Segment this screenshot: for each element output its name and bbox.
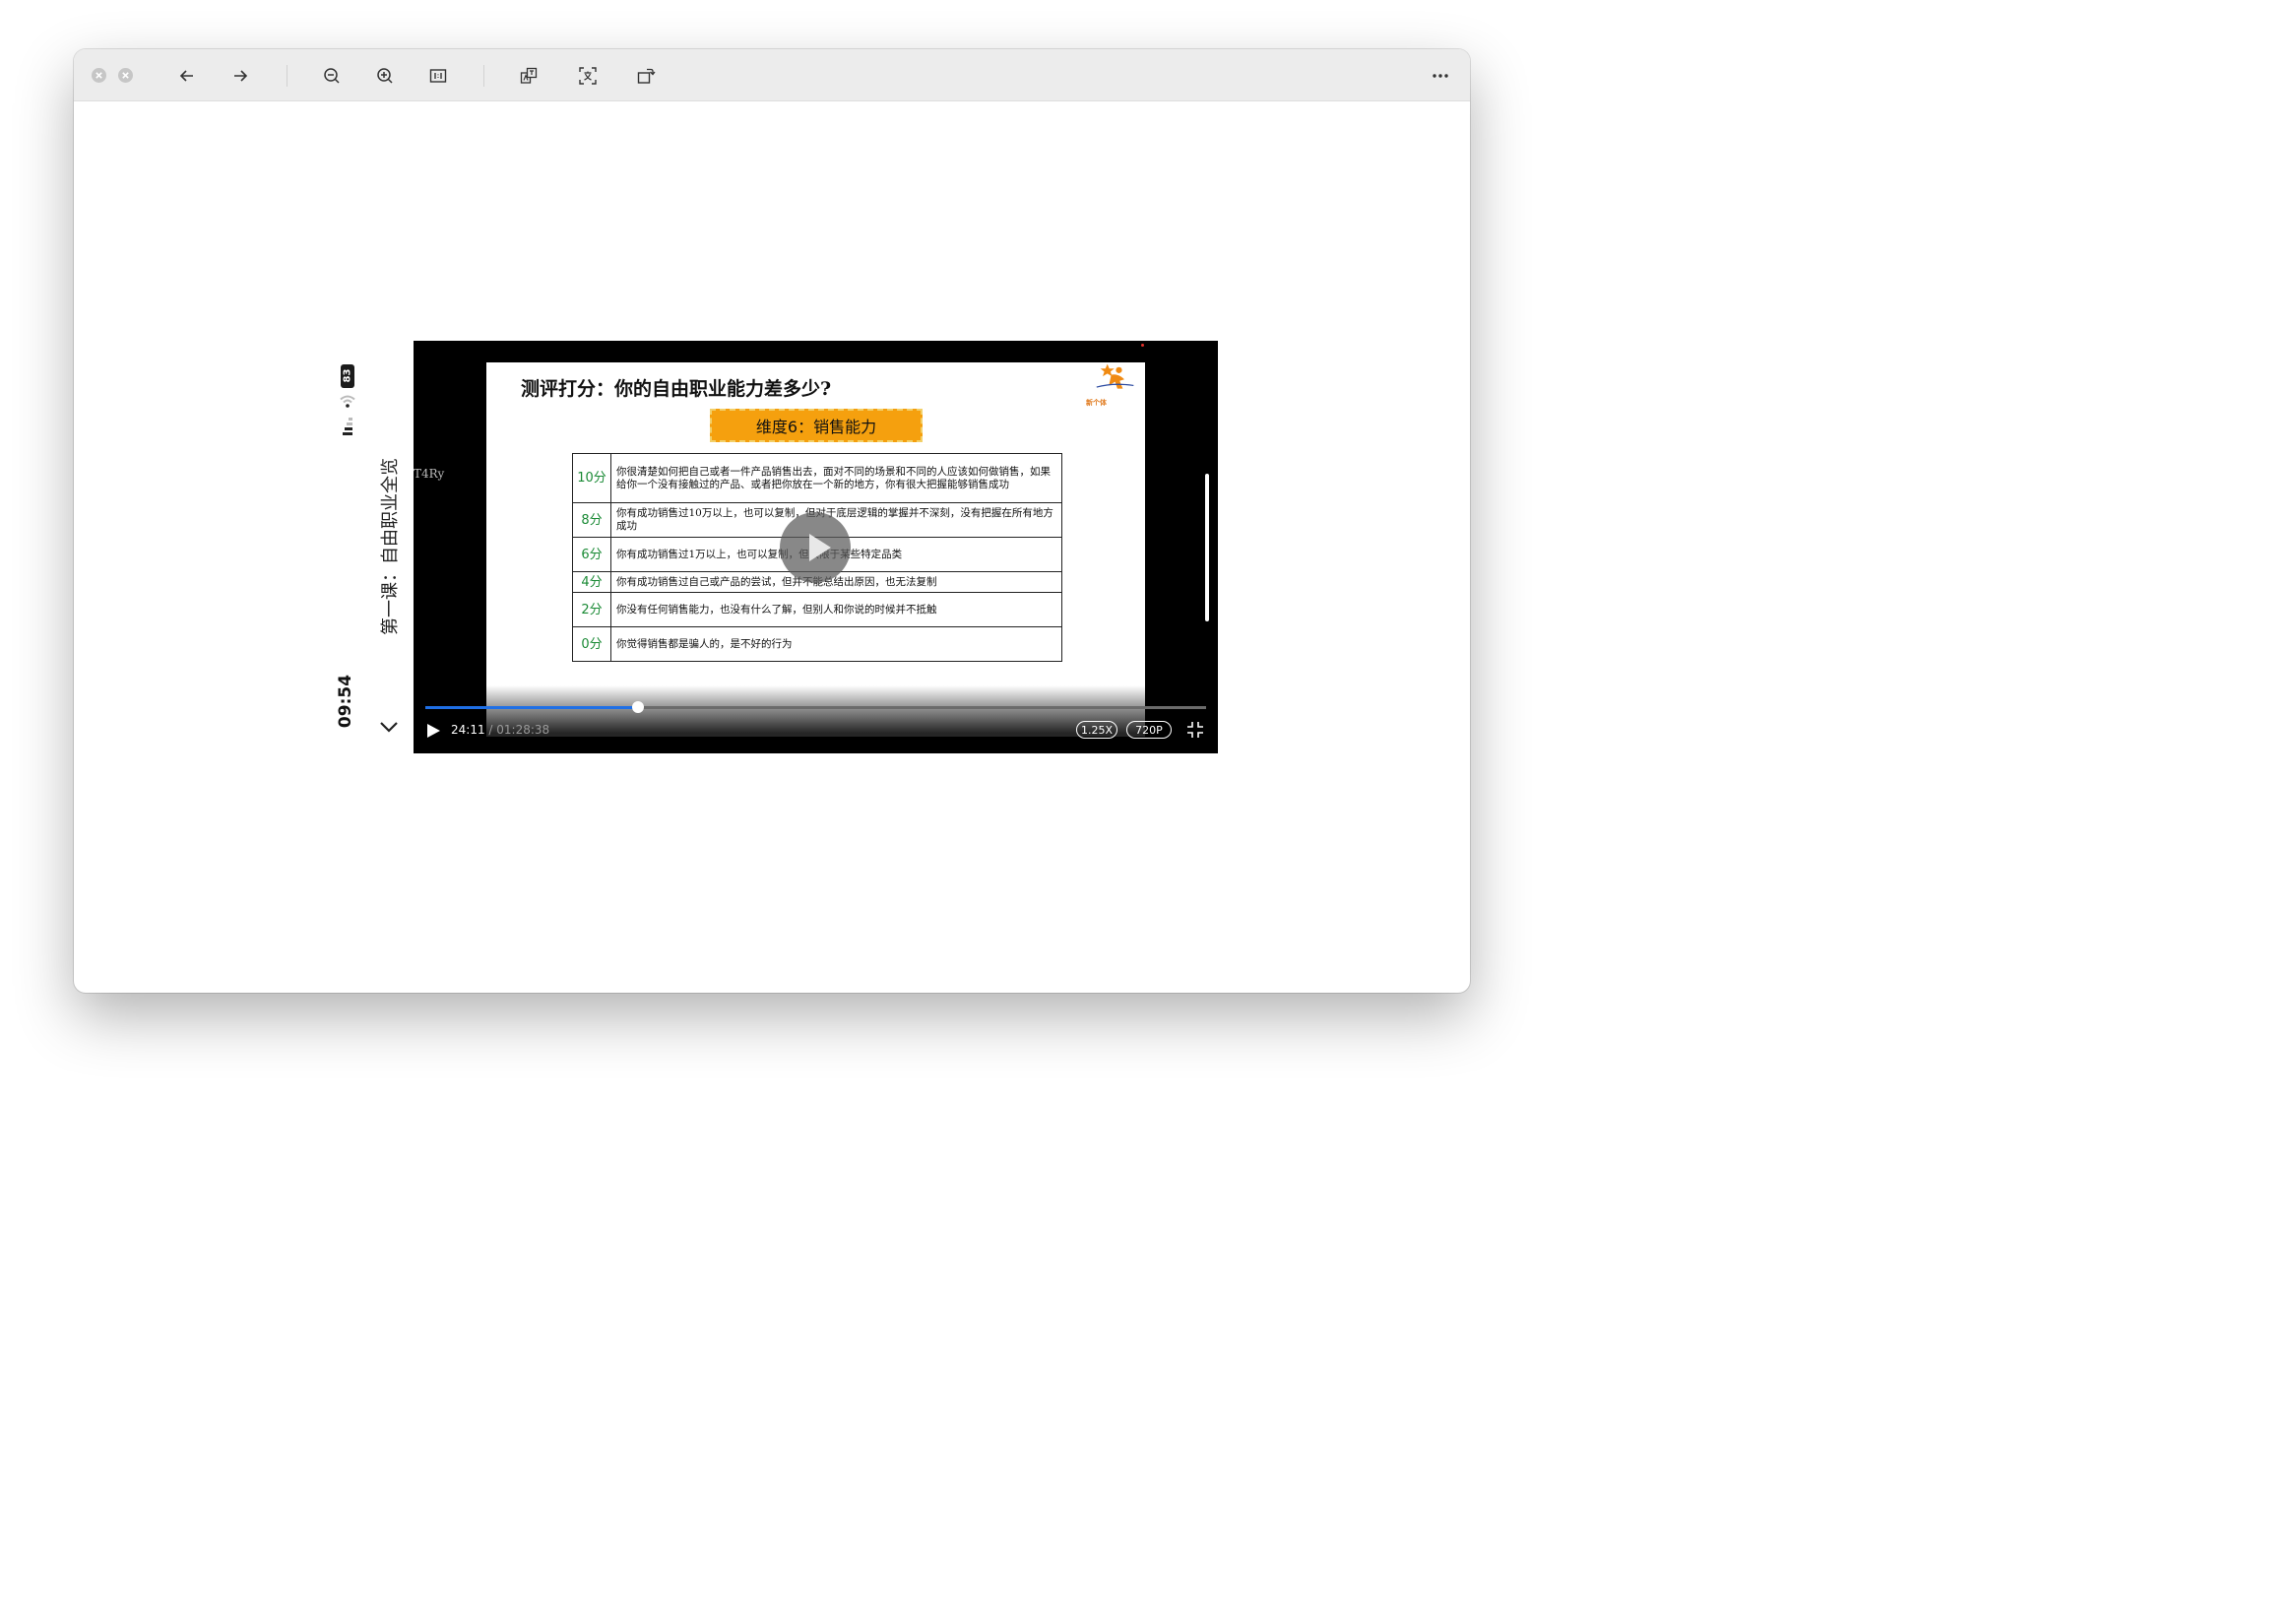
dimension-label: 维度6：销售能力 [710, 409, 923, 442]
quality-button[interactable]: 720P [1126, 721, 1172, 739]
translate-icon [520, 67, 538, 84]
star-person-icon [1096, 363, 1134, 389]
exit-fullscreen-icon[interactable] [1186, 721, 1204, 739]
viewer-toolbar [74, 49, 1470, 101]
more-button[interactable] [1428, 63, 1453, 89]
wifi-icon [340, 395, 355, 408]
back-button[interactable] [174, 63, 200, 89]
zoom-out-icon [324, 68, 340, 84]
logo-text: 新个体 [1086, 399, 1107, 407]
recording-dot [1141, 344, 1144, 347]
more-icon [1433, 74, 1448, 78]
translate-button[interactable] [516, 63, 542, 89]
toolbar-separator [483, 65, 484, 87]
arrow-left-icon [179, 70, 193, 82]
table-row: 0分 你觉得销售都是骗人的，是不好的行为 [572, 626, 1062, 662]
video-player[interactable]: 测评打分：你的自由职业能力差多少? 新个体 维度6：销售能力 10分 你很清楚如… [414, 341, 1218, 753]
description-cell: 你觉得销售都是骗人的，是不好的行为 [610, 626, 1062, 662]
rotate-icon [637, 68, 656, 84]
zoom-in-button[interactable] [372, 63, 398, 89]
progress-bar[interactable] [425, 701, 1206, 713]
status-clock: 09:54 [336, 674, 355, 729]
forward-button[interactable] [227, 63, 253, 89]
time-display: 24:11 / 01:28:38 [451, 723, 549, 737]
score-cell: 4分 [572, 571, 611, 593]
duration: 01:28:38 [496, 723, 550, 737]
playback-speed-button[interactable]: 1.25X [1076, 721, 1117, 739]
description-cell: 你没有任何销售能力，也没有什么了解，但别人和你说的时候并不抵触 [610, 592, 1062, 627]
play-button[interactable] [425, 723, 441, 739]
play-icon [809, 534, 831, 561]
close-icon [96, 72, 102, 79]
score-cell: 0分 [572, 626, 611, 662]
table-row: 10分 你很清楚如何把自己或者一件产品销售出去，面对不同的场景和不同的人应该如何… [572, 453, 1062, 503]
table-row: 2分 你没有任何销售能力，也没有什么了解，但别人和你说的时候并不抵触 [572, 592, 1062, 627]
text-recognition-icon [579, 67, 597, 85]
slide-title: 测评打分：你的自由职业能力差多少? [521, 378, 832, 400]
phone-status-bar: 83 09:54 [333, 362, 362, 737]
signal-icon [343, 418, 352, 435]
battery-level: 83 [342, 368, 353, 383]
arrow-right-icon [234, 70, 248, 82]
actual-size-button[interactable] [425, 63, 451, 89]
actual-size-icon [429, 69, 447, 83]
score-cell: 2分 [572, 592, 611, 627]
progress-fill [425, 706, 639, 709]
score-cell: 8分 [572, 502, 611, 538]
chevron-down-icon[interactable] [378, 718, 400, 736]
minimize-icon [122, 72, 129, 79]
controls-overlay [414, 685, 1218, 753]
center-play-button[interactable] [780, 512, 851, 583]
zoom-in-icon [377, 68, 393, 84]
close-button[interactable] [92, 68, 106, 83]
minimize-button[interactable] [118, 68, 133, 83]
brand-logo: 新个体 [1086, 362, 1141, 408]
rotate-button[interactable] [633, 63, 659, 89]
zoom-out-button[interactable] [319, 63, 345, 89]
video-watermark: T4Ry [414, 467, 445, 481]
time-separator: / [484, 723, 497, 737]
score-cell: 6分 [572, 537, 611, 572]
current-time: 24:11 [451, 723, 485, 737]
vertical-scroll-indicator[interactable] [1205, 474, 1209, 621]
text-recognition-button[interactable] [575, 63, 601, 89]
description-cell: 你很清楚如何把自己或者一件产品销售出去，面对不同的场景和不同的人应该如何做销售，… [610, 453, 1062, 503]
battery-icon: 83 [341, 364, 354, 388]
score-cell: 10分 [572, 453, 611, 503]
course-title: 第一课：自由职业全览 [380, 458, 401, 635]
